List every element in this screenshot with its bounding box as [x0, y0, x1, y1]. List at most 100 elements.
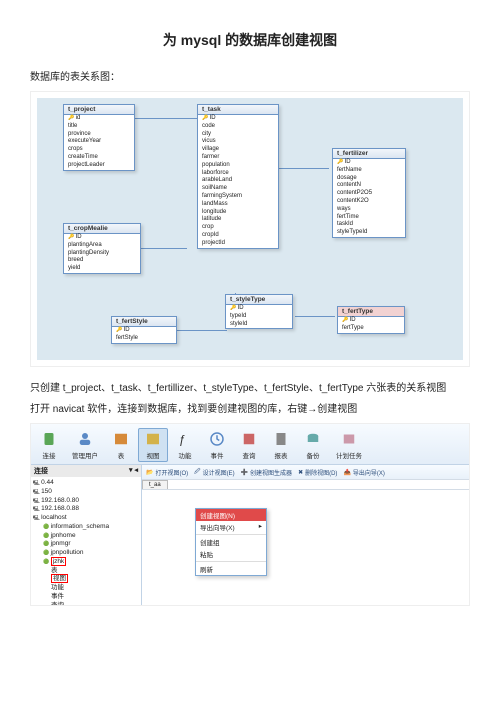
field: fertType [338, 325, 404, 333]
tree-db[interactable]: jpnhome [33, 532, 139, 541]
tree-db-child[interactable]: 查询 [33, 602, 139, 605]
connection-panel: 连接 ▾ ◂ 0.44 150 192.168.0.80 192.168.0.88… [31, 465, 142, 605]
context-menu: 创建视图(N) 导出向导(X)▸ 创建组 粘贴 刷新 [195, 508, 267, 576]
ctx-export[interactable]: 导出向导(X)▸ [196, 521, 266, 533]
toolbar-tables[interactable]: 表 [106, 428, 136, 462]
table-header: t_fertType [338, 307, 404, 317]
field: laborforce [198, 170, 278, 178]
tree-conn[interactable]: localhost [33, 514, 139, 523]
toolbar-schedule[interactable]: 计划任务 [330, 428, 368, 462]
instruction-text: 打开 navicat 软件，连接到数据库，找到要创建视图的库，右键→创建视图 [30, 402, 470, 417]
field: fertStyle [112, 335, 176, 343]
tree-db[interactable]: jpnmgr [33, 540, 139, 549]
field: ID [198, 115, 278, 123]
field: farmingSystem [198, 193, 278, 201]
table-t-ferttype: t_fertType ID fertType [337, 306, 405, 334]
tree-db-child[interactable]: 视图 [33, 575, 139, 584]
table-header: t_cropMealie [64, 224, 140, 234]
field: plantingArea [64, 242, 140, 250]
summary-text: 只创建 t_project、t_task、t_fertillizer、t_sty… [30, 381, 470, 396]
rt-export[interactable]: 📤导出向导(X) [343, 467, 384, 477]
table-header: t_project [64, 105, 134, 115]
field: projectLeader [64, 162, 134, 170]
panel-collapse-icon[interactable]: ▾ ◂ [129, 466, 138, 476]
main-toolbar: 连接 管理用户 表 视图 ƒ功能 事件 查询 报表 备份 计划任务 [31, 424, 469, 465]
field: breed [64, 257, 140, 265]
field: taskId [333, 221, 405, 229]
toolbar-functions[interactable]: ƒ功能 [170, 428, 200, 462]
field: yield [64, 265, 140, 273]
field: dosage [333, 175, 405, 183]
field: latitude [198, 216, 278, 224]
field: styleId [226, 321, 292, 329]
tree-db-child[interactable]: 事件 [33, 593, 139, 602]
table-t-cropmealie: t_cropMealie ID plantingArea plantingDen… [63, 223, 141, 274]
navicat-figure: 连接 管理用户 表 视图 ƒ功能 事件 查询 报表 备份 计划任务 连接 ▾ ◂ … [30, 423, 470, 606]
query-icon [240, 430, 258, 448]
rt-open[interactable]: 📂打开视图(O) [146, 467, 188, 477]
view-tab[interactable]: t_aa [142, 480, 168, 489]
plug-icon [40, 430, 58, 448]
rt-create-builder[interactable]: ➕创建视图生成器 [241, 467, 293, 477]
toolbar-report[interactable]: 报表 [266, 428, 296, 462]
tree-conn[interactable]: 192.168.0.88 [33, 505, 139, 514]
field: contentN [333, 182, 405, 190]
table-header: t_styleType [226, 295, 292, 305]
toolbar-users[interactable]: 管理用户 [66, 428, 104, 462]
right-toolbar: 📂打开视图(O) 🖉设计视图(E) ➕创建视图生成器 ✖删除视图(D) 📤导出向… [142, 465, 469, 480]
export-icon: 📤 [343, 469, 350, 476]
field: population [198, 162, 278, 170]
er-canvas: t_project id title province executeYear … [37, 98, 463, 360]
field: province [64, 131, 134, 139]
field: ways [333, 206, 405, 214]
field: projectId [198, 240, 278, 248]
tree-conn[interactable]: 0.44 [33, 479, 139, 488]
field: createTime [64, 154, 134, 162]
field: longitude [198, 209, 278, 217]
connection-tree[interactable]: 0.44 150 192.168.0.80 192.168.0.88 local… [31, 477, 141, 605]
ctx-group[interactable]: 创建组 [196, 536, 266, 548]
toolbar-events[interactable]: 事件 [202, 428, 232, 462]
toolbar-backup[interactable]: 备份 [298, 428, 328, 462]
field: contentP2O5 [333, 190, 405, 198]
field: title [64, 123, 134, 131]
tree-conn[interactable]: 192.168.0.80 [33, 497, 139, 506]
field: ID [64, 234, 140, 242]
field: typeId [226, 313, 292, 321]
table-header: t_fertStyle [112, 317, 176, 327]
field: fertTime [333, 214, 405, 222]
field: crop [198, 224, 278, 232]
field: vicus [198, 138, 278, 146]
field: crops [64, 146, 134, 154]
panel-title: 连接 [34, 466, 48, 476]
backup-icon [304, 430, 322, 448]
field: ID [338, 317, 404, 325]
rt-design[interactable]: 🖉设计视图(E) [194, 467, 234, 477]
tree-db-child[interactable]: 功能 [33, 584, 139, 593]
user-icon [76, 430, 94, 448]
ctx-create-view[interactable]: 创建视图(N) [196, 509, 266, 521]
toolbar-views[interactable]: 视图 [138, 428, 168, 462]
field: arableLand [198, 177, 278, 185]
rt-delete[interactable]: ✖删除视图(D) [298, 467, 337, 477]
field: styleTypeId [333, 229, 405, 237]
edit-icon: 🖉 [194, 467, 200, 477]
field: landMass [198, 201, 278, 209]
tree-db-child[interactable]: 表 [33, 567, 139, 576]
tree-conn[interactable]: 150 [33, 488, 139, 497]
submenu-arrow-icon: ▸ [259, 522, 262, 532]
page-title: 为 mysql 的数据库创建视图 [30, 30, 470, 50]
tree-db[interactable]: information_schema [33, 523, 139, 532]
tree-db-selected[interactable]: jzhk [33, 558, 139, 567]
table-t-styletype: t_styleType ID typeId styleId [225, 294, 293, 329]
field: code [198, 123, 278, 131]
toolbar-query[interactable]: 查询 [234, 428, 264, 462]
table-t-fertilizer: t_fertilizer ID fertName dosage contentN… [332, 148, 406, 238]
ctx-paste[interactable]: 粘贴 [196, 548, 266, 560]
toolbar-connect[interactable]: 连接 [34, 428, 64, 462]
right-panel: 📂打开视图(O) 🖉设计视图(E) ➕创建视图生成器 ✖删除视图(D) 📤导出向… [142, 465, 469, 605]
field: cropId [198, 232, 278, 240]
ctx-refresh[interactable]: 刷新 [196, 563, 266, 575]
tree-db[interactable]: jpnpollution [33, 549, 139, 558]
table-header: t_fertilizer [333, 149, 405, 159]
